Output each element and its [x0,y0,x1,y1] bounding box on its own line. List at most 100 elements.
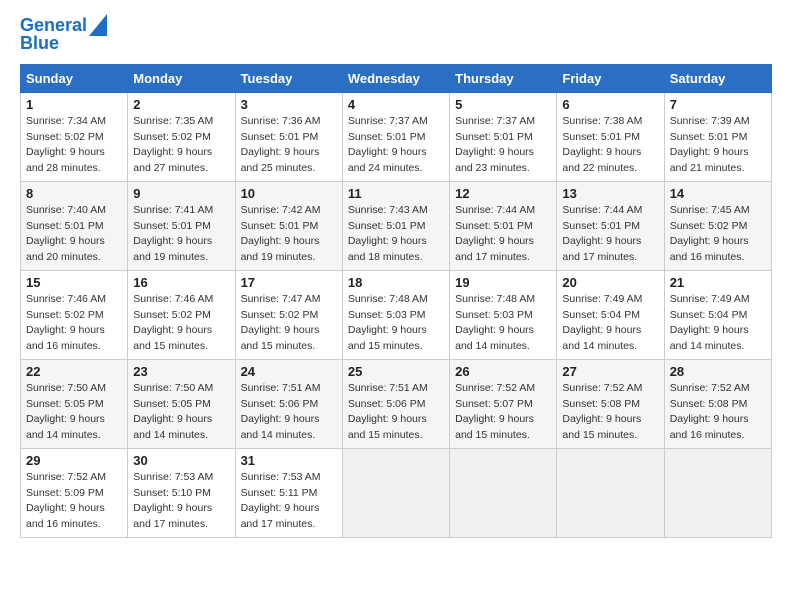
calendar-week-row: 15Sunrise: 7:46 AMSunset: 5:02 PMDayligh… [21,270,772,359]
logo: General Blue [20,16,107,54]
day-info: Sunrise: 7:52 AMSunset: 5:09 PMDaylight:… [26,470,122,533]
day-number: 14 [670,186,766,201]
day-number: 2 [133,97,229,112]
calendar-day-cell: 27 Sunrise: 7:52 AMSunset: 5:08 PMDayligh… [557,359,664,448]
day-info: Sunrise: 7:38 AMSunset: 5:01 PMDaylight:… [562,114,658,177]
calendar-day-cell: 10 Sunrise: 7:42 AMSunset: 5:01 PMDayligh… [235,181,342,270]
day-number: 16 [133,275,229,290]
calendar-day-cell: 30 Sunrise: 7:53 AMSunset: 5:10 PMDayligh… [128,448,235,537]
day-info: Sunrise: 7:50 AMSunset: 5:05 PMDaylight:… [133,381,229,444]
calendar-day-cell: 6 Sunrise: 7:38 AMSunset: 5:01 PMDaylight… [557,92,664,181]
calendar-table: SundayMondayTuesdayWednesdayThursdayFrid… [20,64,772,538]
calendar-day-cell: 14 Sunrise: 7:45 AMSunset: 5:02 PMDayligh… [664,181,771,270]
day-number: 13 [562,186,658,201]
calendar-body: 1 Sunrise: 7:34 AMSunset: 5:02 PMDaylight… [21,92,772,537]
day-number: 28 [670,364,766,379]
day-number: 23 [133,364,229,379]
calendar-day-cell: 26 Sunrise: 7:52 AMSunset: 5:07 PMDayligh… [450,359,557,448]
calendar-day-cell: 17 Sunrise: 7:47 AMSunset: 5:02 PMDayligh… [235,270,342,359]
calendar-day-cell: 29 Sunrise: 7:52 AMSunset: 5:09 PMDayligh… [21,448,128,537]
weekday-header: Monday [128,64,235,92]
day-number: 10 [241,186,337,201]
day-number: 12 [455,186,551,201]
calendar-day-cell: 11 Sunrise: 7:43 AMSunset: 5:01 PMDayligh… [342,181,449,270]
calendar-day-cell [557,448,664,537]
day-info: Sunrise: 7:50 AMSunset: 5:05 PMDaylight:… [26,381,122,444]
day-number: 22 [26,364,122,379]
calendar-day-cell [450,448,557,537]
day-number: 1 [26,97,122,112]
day-info: Sunrise: 7:51 AMSunset: 5:06 PMDaylight:… [348,381,444,444]
calendar-day-cell: 20 Sunrise: 7:49 AMSunset: 5:04 PMDayligh… [557,270,664,359]
logo-icon [89,14,107,36]
day-info: Sunrise: 7:34 AMSunset: 5:02 PMDaylight:… [26,114,122,177]
day-info: Sunrise: 7:47 AMSunset: 5:02 PMDaylight:… [241,292,337,355]
day-info: Sunrise: 7:43 AMSunset: 5:01 PMDaylight:… [348,203,444,266]
day-info: Sunrise: 7:51 AMSunset: 5:06 PMDaylight:… [241,381,337,444]
calendar-day-cell: 3 Sunrise: 7:36 AMSunset: 5:01 PMDaylight… [235,92,342,181]
day-number: 11 [348,186,444,201]
calendar-day-cell: 13 Sunrise: 7:44 AMSunset: 5:01 PMDayligh… [557,181,664,270]
calendar-day-cell: 25 Sunrise: 7:51 AMSunset: 5:06 PMDayligh… [342,359,449,448]
day-number: 21 [670,275,766,290]
day-info: Sunrise: 7:37 AMSunset: 5:01 PMDaylight:… [455,114,551,177]
calendar-day-cell [342,448,449,537]
day-number: 3 [241,97,337,112]
calendar-day-cell: 18 Sunrise: 7:48 AMSunset: 5:03 PMDayligh… [342,270,449,359]
day-info: Sunrise: 7:48 AMSunset: 5:03 PMDaylight:… [455,292,551,355]
day-info: Sunrise: 7:48 AMSunset: 5:03 PMDaylight:… [348,292,444,355]
weekday-header: Wednesday [342,64,449,92]
day-info: Sunrise: 7:44 AMSunset: 5:01 PMDaylight:… [562,203,658,266]
day-info: Sunrise: 7:41 AMSunset: 5:01 PMDaylight:… [133,203,229,266]
day-number: 29 [26,453,122,468]
day-info: Sunrise: 7:36 AMSunset: 5:01 PMDaylight:… [241,114,337,177]
calendar-week-row: 22 Sunrise: 7:50 AMSunset: 5:05 PMDayligh… [21,359,772,448]
day-info: Sunrise: 7:45 AMSunset: 5:02 PMDaylight:… [670,203,766,266]
day-number: 9 [133,186,229,201]
day-number: 6 [562,97,658,112]
calendar-day-cell: 2 Sunrise: 7:35 AMSunset: 5:02 PMDaylight… [128,92,235,181]
day-number: 30 [133,453,229,468]
day-number: 15 [26,275,122,290]
day-info: Sunrise: 7:52 AMSunset: 5:08 PMDaylight:… [562,381,658,444]
day-number: 19 [455,275,551,290]
day-number: 27 [562,364,658,379]
logo-subtext: Blue [20,34,59,54]
day-number: 4 [348,97,444,112]
day-number: 24 [241,364,337,379]
weekday-header: Tuesday [235,64,342,92]
weekday-header-row: SundayMondayTuesdayWednesdayThursdayFrid… [21,64,772,92]
calendar-day-cell: 7Sunrise: 7:39 AMSunset: 5:01 PMDaylight… [664,92,771,181]
calendar-day-cell: 16Sunrise: 7:46 AMSunset: 5:02 PMDayligh… [128,270,235,359]
day-info: Sunrise: 7:42 AMSunset: 5:01 PMDaylight:… [241,203,337,266]
calendar-day-cell: 19 Sunrise: 7:48 AMSunset: 5:03 PMDayligh… [450,270,557,359]
calendar-week-row: 29 Sunrise: 7:52 AMSunset: 5:09 PMDayligh… [21,448,772,537]
calendar-day-cell [664,448,771,537]
calendar-day-cell: 8Sunrise: 7:40 AMSunset: 5:01 PMDaylight… [21,181,128,270]
day-info: Sunrise: 7:52 AMSunset: 5:07 PMDaylight:… [455,381,551,444]
weekday-header: Friday [557,64,664,92]
day-info: Sunrise: 7:53 AMSunset: 5:10 PMDaylight:… [133,470,229,533]
calendar-day-cell: 9 Sunrise: 7:41 AMSunset: 5:01 PMDaylight… [128,181,235,270]
weekday-header: Saturday [664,64,771,92]
day-number: 7 [670,97,766,112]
day-info: Sunrise: 7:35 AMSunset: 5:02 PMDaylight:… [133,114,229,177]
day-info: Sunrise: 7:44 AMSunset: 5:01 PMDaylight:… [455,203,551,266]
day-info: Sunrise: 7:53 AMSunset: 5:11 PMDaylight:… [241,470,337,533]
day-number: 17 [241,275,337,290]
day-info: Sunrise: 7:37 AMSunset: 5:01 PMDaylight:… [348,114,444,177]
day-number: 18 [348,275,444,290]
day-number: 20 [562,275,658,290]
calendar-day-cell: 31Sunrise: 7:53 AMSunset: 5:11 PMDayligh… [235,448,342,537]
day-number: 5 [455,97,551,112]
day-number: 25 [348,364,444,379]
calendar-day-cell: 22 Sunrise: 7:50 AMSunset: 5:05 PMDayligh… [21,359,128,448]
calendar-week-row: 1 Sunrise: 7:34 AMSunset: 5:02 PMDaylight… [21,92,772,181]
day-number: 8 [26,186,122,201]
day-info: Sunrise: 7:49 AMSunset: 5:04 PMDaylight:… [562,292,658,355]
day-info: Sunrise: 7:52 AMSunset: 5:08 PMDaylight:… [670,381,766,444]
calendar-day-cell: 23 Sunrise: 7:50 AMSunset: 5:05 PMDayligh… [128,359,235,448]
calendar-day-cell: 4 Sunrise: 7:37 AMSunset: 5:01 PMDaylight… [342,92,449,181]
day-number: 26 [455,364,551,379]
weekday-header: Thursday [450,64,557,92]
